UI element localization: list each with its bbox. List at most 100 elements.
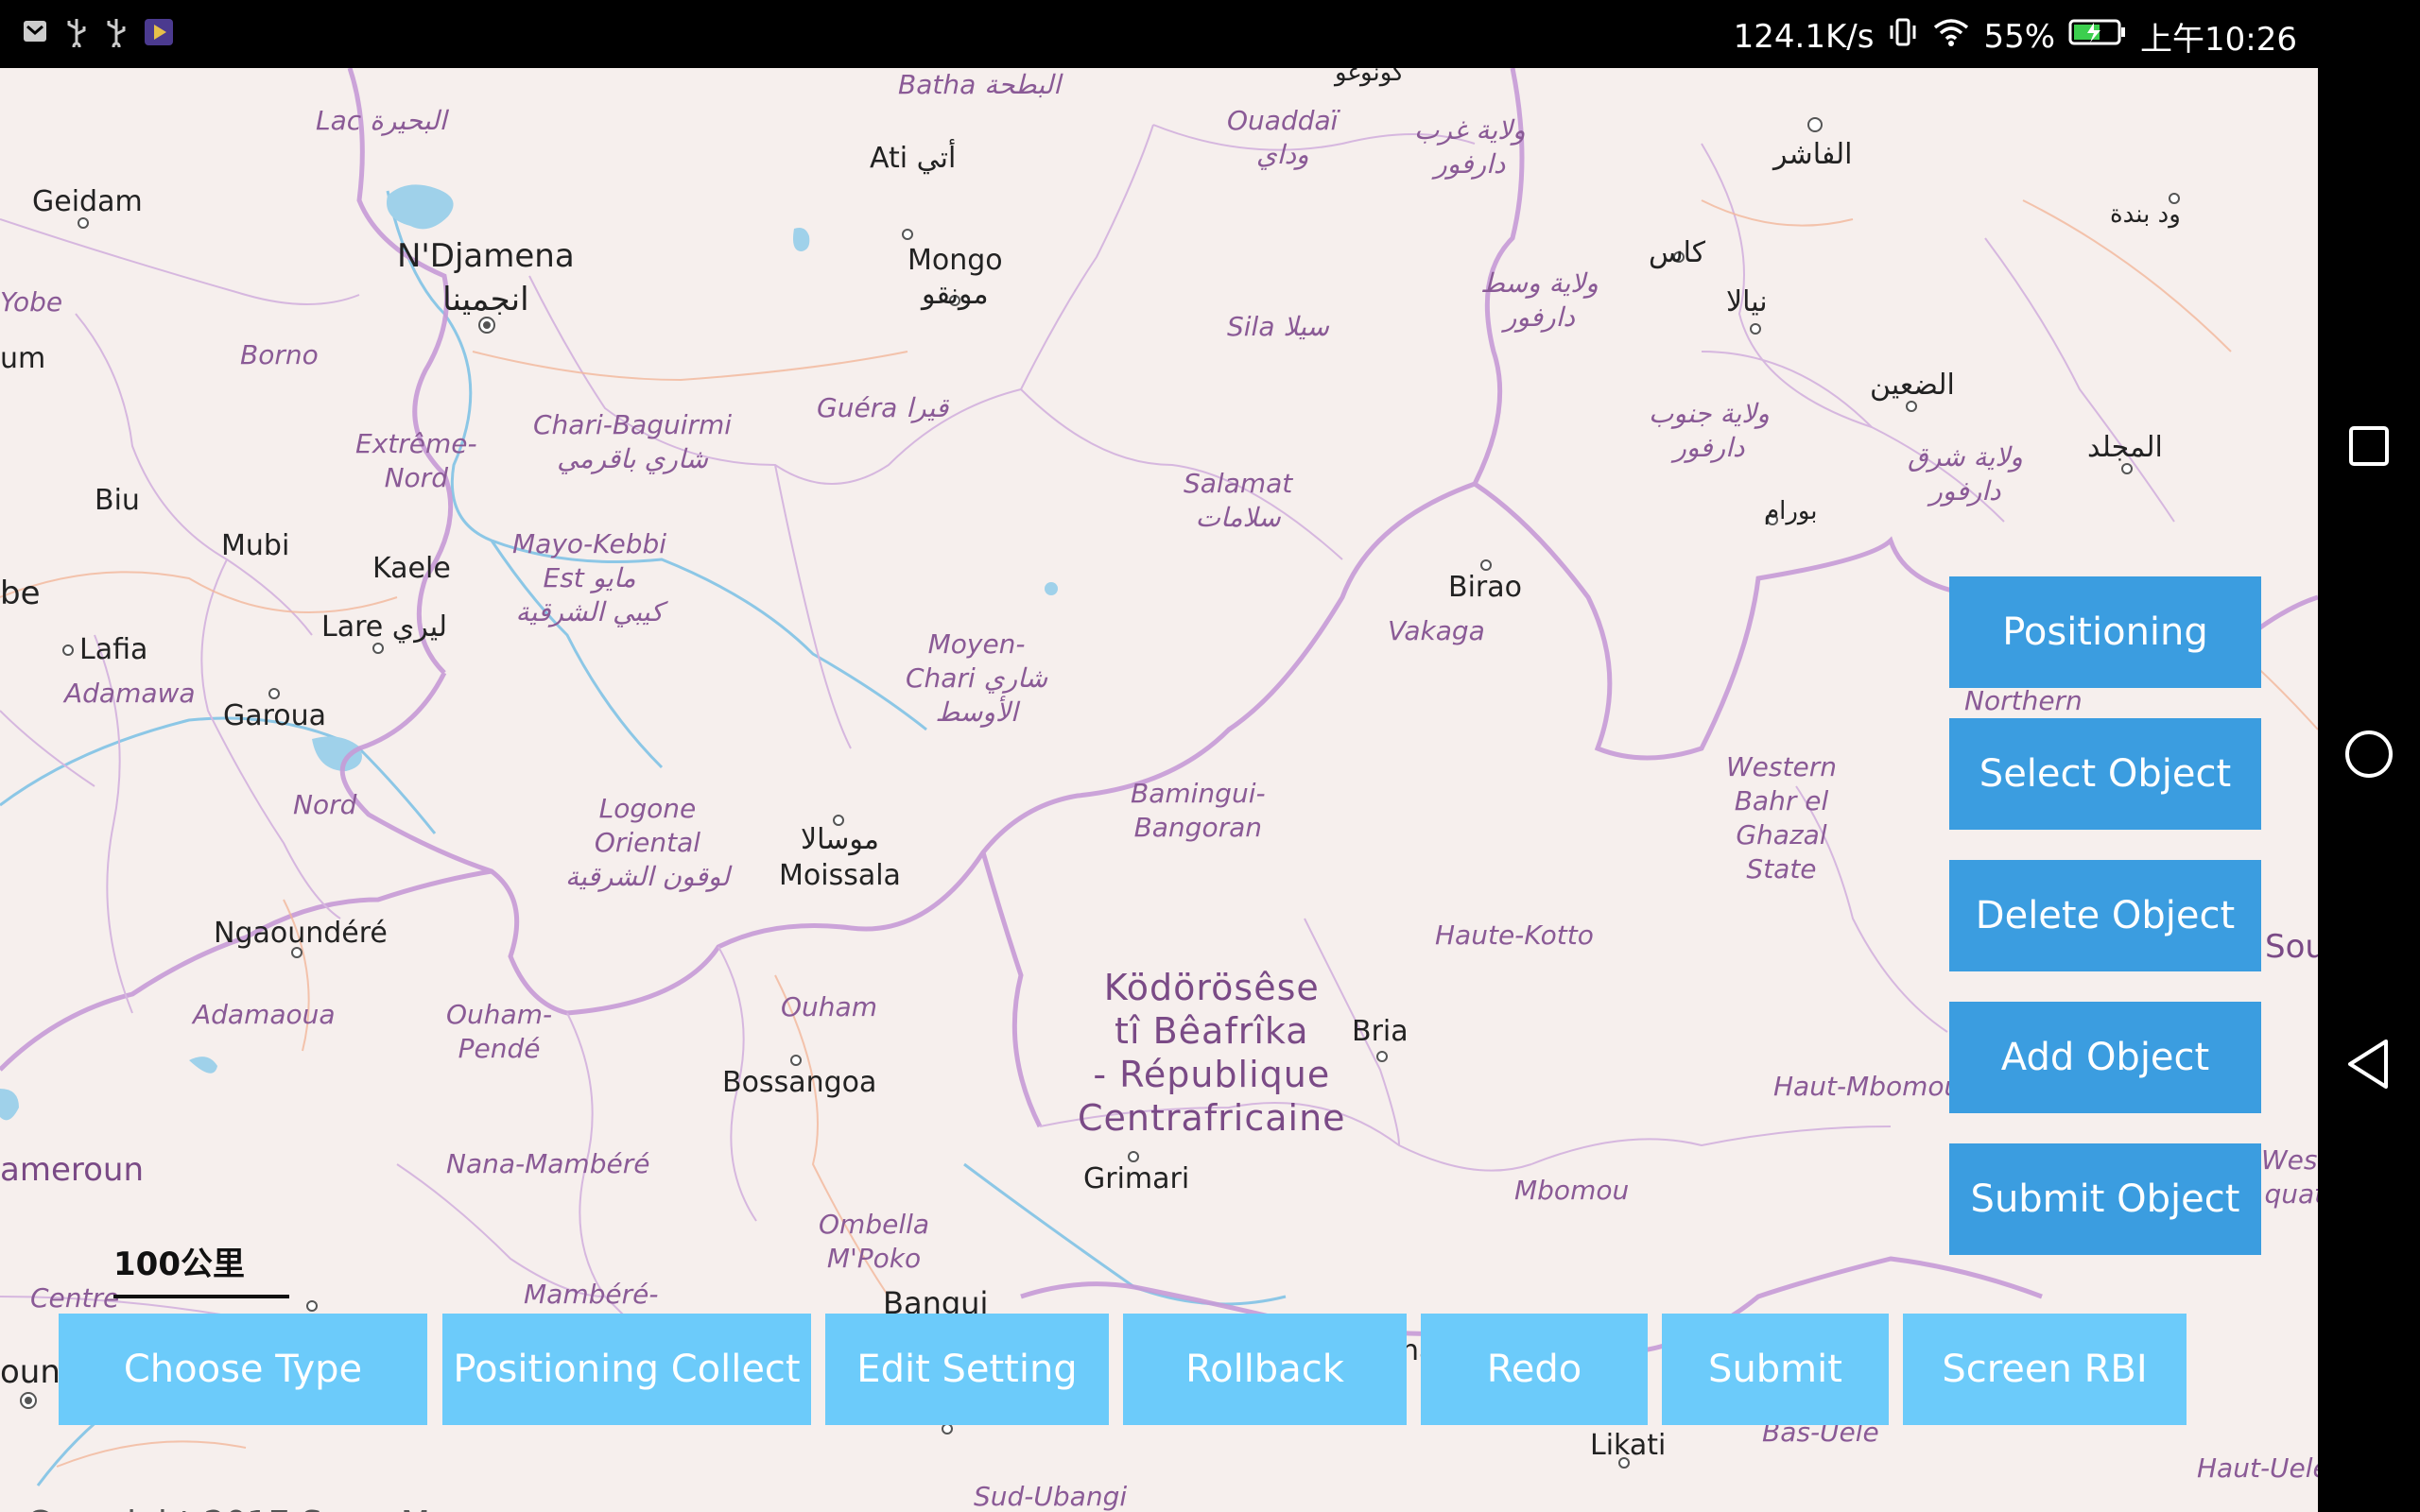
- map-label-wilaya-janub: ولاية جنوب دارفور: [1649, 398, 1770, 463]
- recent-apps-icon[interactable]: [2342, 420, 2395, 472]
- scale-label: 100公里: [113, 1246, 245, 1283]
- map-label-bamingui: Bamingui- Bangoran: [1131, 778, 1266, 843]
- map-label-yobe: Yobe: [0, 286, 63, 318]
- map-label-wad-banda: ود بندة: [2110, 200, 2181, 229]
- map-copyright: Copyright 2017 SuperMap: [26, 1504, 473, 1512]
- map-label-oun: oun: [0, 1353, 60, 1391]
- map-label-kaele: Kaele: [372, 552, 451, 585]
- delete-object-button[interactable]: Delete Object: [1949, 860, 2261, 971]
- wifi-icon: [1932, 16, 1970, 57]
- map-label-mambere: Mambéré-: [524, 1279, 659, 1310]
- map-label-um: um: [0, 342, 46, 375]
- network-speed: 124.1K/s: [1733, 17, 1875, 56]
- battery-percent: 55%: [1983, 17, 2056, 56]
- map-label-mayo-kebbi: Mayo-Kebbi Est مايو كيبي الشرقية: [512, 528, 667, 627]
- map-label-haut-uele: Haut-Uele: [2197, 1452, 2318, 1484]
- battery-icon: [2068, 17, 2127, 56]
- map-label-geidam: Geidam: [32, 185, 143, 218]
- add-object-button[interactable]: Add Object: [1949, 1002, 2261, 1113]
- map-label-northern: Northern: [1964, 685, 2083, 716]
- map-label-chari-baguirmi: Chari-Baguirmi شاري باقرمي: [533, 409, 733, 474]
- map-label-guera: Guéra قيرا: [817, 392, 949, 423]
- clock: 上午10:26: [2140, 21, 2297, 59]
- map-label-ouaddai: Ouaddaï وداي: [1227, 105, 1339, 170]
- usb-icon: [64, 17, 89, 55]
- map-label-biu: Biu: [95, 484, 140, 517]
- map-label-grimari: Grimari: [1083, 1162, 1190, 1195]
- scale-bar: [113, 1295, 289, 1298]
- map-label-sou: Sou: [2265, 928, 2318, 966]
- rollback-button[interactable]: Rollback: [1123, 1314, 1407, 1425]
- positioning-button[interactable]: Positioning: [1949, 576, 2261, 688]
- map-label-ameroun: ameroun: [0, 1151, 145, 1189]
- map-label-ngaoundere: Ngaoundéré: [214, 917, 388, 950]
- map-label-centre: Centre: [30, 1282, 120, 1314]
- status-left-icons: [21, 17, 174, 55]
- map-label-wilaya-sharq: ولاية شرق دارفور: [1908, 441, 2023, 507]
- map-label-kas: كاس: [1649, 236, 1706, 269]
- map-label-nord: Nord: [293, 789, 357, 820]
- map-label-haut-mbomou: Haut-Mbomou: [1773, 1071, 1962, 1102]
- map-label-wilaya-gharb: ولاية غرب دارفور: [1414, 114, 1526, 180]
- map-label-ombella: Ombella M'Poko: [819, 1209, 930, 1274]
- map-label-lac: Lac البحيرة: [316, 105, 447, 136]
- back-icon[interactable]: [2342, 1038, 2395, 1091]
- map-label-mbomou: Mbomou: [1514, 1175, 1630, 1206]
- map-label-lare: Lare ليري: [321, 610, 447, 644]
- map-label-vakaga: Vakaga: [1388, 615, 1485, 646]
- navigation-bar: [2318, 68, 2420, 1512]
- map-label-nana-mambere: Nana-Mambéré: [446, 1148, 650, 1179]
- map-label-lafia: Lafia: [79, 633, 148, 666]
- map-label-haute-kotto: Haute-Kotto: [1435, 919, 1594, 951]
- map-label-el-fasher: الفاشر: [1773, 138, 1853, 171]
- redo-button[interactable]: Redo: [1421, 1314, 1648, 1425]
- map-label-ed-daein: الضعين: [1870, 369, 1955, 402]
- map-label-extreme-nord: Extrême- Nord: [355, 428, 477, 493]
- home-icon[interactable]: [2342, 728, 2395, 781]
- map-label-birao: Birao: [1448, 571, 1522, 604]
- map-label-mongo: Mongo مونقو: [908, 244, 1003, 311]
- status-right: 124.1K/s 55% 上午10:26: [1734, 13, 2297, 60]
- status-bar: 124.1K/s 55% 上午10:26: [0, 0, 2420, 68]
- map-label-adamaoua: Adamaoua: [193, 999, 336, 1030]
- map-label-likati: Likati: [1590, 1429, 1667, 1462]
- choose-type-button[interactable]: Choose Type: [59, 1314, 427, 1425]
- map-label-wilaya-wasat: ولاية وسط دارفور: [1480, 267, 1599, 333]
- submit-object-button[interactable]: Submit Object: [1949, 1143, 2261, 1255]
- map-label-adamawa: Adamawa: [64, 678, 196, 709]
- map-label-batha: Batha البطحة: [898, 69, 1061, 100]
- map-label-sud-ubangi: Sud-Ubangi: [974, 1481, 1128, 1512]
- map-label-moyen-chari: Moyen- Chari شاري الأوسط: [906, 628, 1048, 728]
- edit-setting-button[interactable]: Edit Setting: [825, 1314, 1109, 1425]
- positioning-collect-button[interactable]: Positioning Collect: [442, 1314, 811, 1425]
- map-label-bria: Bria: [1352, 1015, 1409, 1048]
- map-label-nyala: نيالا: [1726, 285, 1768, 318]
- submit-button[interactable]: Submit: [1662, 1314, 1889, 1425]
- map-label-sila: Sila سيلا: [1227, 311, 1330, 342]
- select-object-button[interactable]: Select Object: [1949, 718, 2261, 830]
- map-label-muglad: المجلد: [2087, 431, 2163, 464]
- map-scale: 100公里: [113, 1238, 289, 1300]
- map-label-be: be: [0, 575, 41, 612]
- map-label-car-name: Ködörösêse tî Bêafrîka - République Cent…: [1078, 967, 1346, 1139]
- map-label-bossangoa: Bossangoa: [722, 1066, 877, 1099]
- map-label-ouham-pende: Ouham- Pendé: [446, 999, 553, 1064]
- map-label-ndjamena: N'Djamena انجمينا: [397, 237, 575, 318]
- map-label-kounoungou: كونوغو: [1335, 68, 1405, 87]
- usb-icon: [104, 17, 129, 55]
- notification-icon: [21, 17, 49, 55]
- map-label-borno: Borno: [240, 339, 319, 370]
- media-player-icon: [144, 17, 174, 55]
- map-label-weste: Weste quato: [2261, 1144, 2318, 1210]
- map-label-moissala: موسالا Moissala: [779, 823, 901, 892]
- map-label-ouham: Ouham: [781, 991, 877, 1022]
- map-label-buram: بورام: [1764, 497, 1818, 525]
- map-label-mubi: Mubi: [221, 529, 290, 562]
- map-label-ati: Ati أتي: [870, 142, 957, 175]
- map-label-western-bahr: Western Bahr el Ghazal State: [1726, 751, 1837, 885]
- map-label-salamat: Salamat سلامات: [1184, 468, 1293, 533]
- vibrate-icon: [1887, 16, 1919, 57]
- screen-rbi-button[interactable]: Screen RBI: [1903, 1314, 2187, 1425]
- map-label-garoua: Garoua: [223, 699, 327, 732]
- map-label-logone: Logone Oriental لوقون الشرقية: [565, 793, 730, 892]
